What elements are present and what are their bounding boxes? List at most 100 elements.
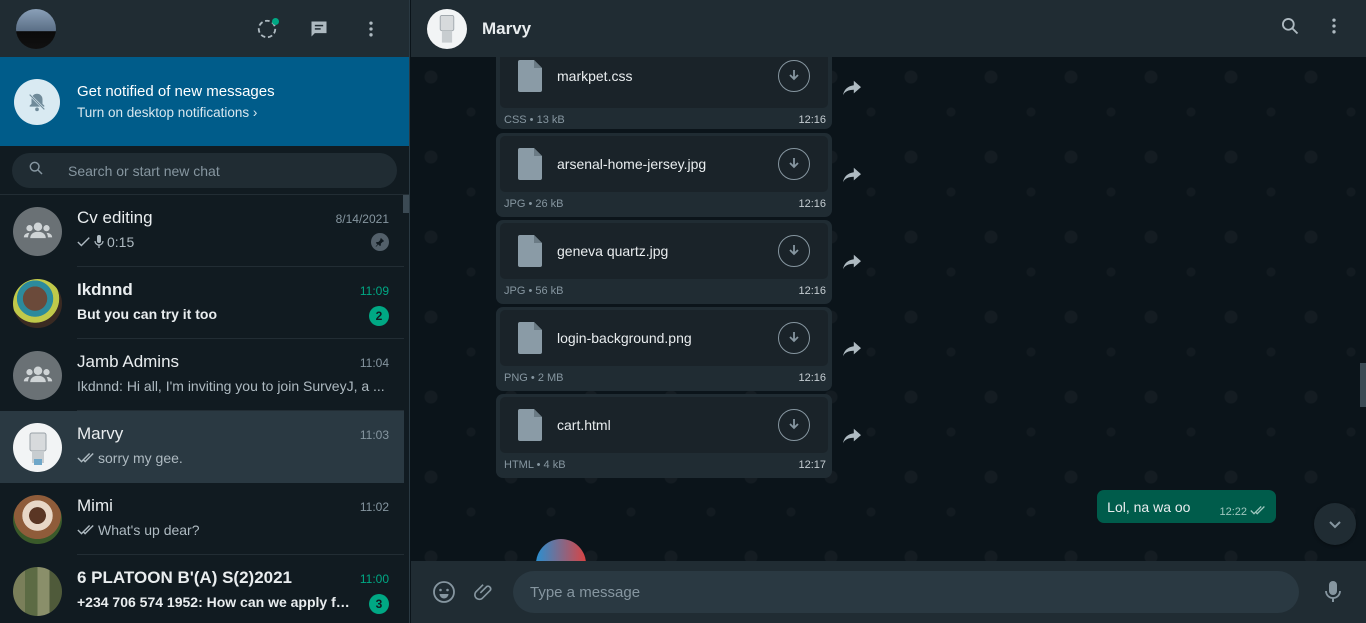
chat-preview: +234 706 574 1952: How can we apply for … xyxy=(77,594,357,610)
unread-badge: 2 xyxy=(369,306,389,326)
file-card: cart.html xyxy=(500,397,828,453)
contact-name: Marvy xyxy=(482,18,532,38)
message-input[interactable] xyxy=(513,571,1299,613)
status-icon[interactable] xyxy=(255,17,279,41)
download-icon[interactable] xyxy=(778,322,810,354)
chat-name: Ikdnnd xyxy=(77,280,133,299)
notification-text: Get notified of new messages Turn on des… xyxy=(77,83,275,120)
unread-badge: 3 xyxy=(369,594,389,614)
document-icon xyxy=(518,59,542,92)
chat-time: 11:09 xyxy=(359,284,389,298)
chat-time: 11:00 xyxy=(359,572,389,586)
search-icon xyxy=(28,160,44,181)
chat-body: Ikdnnd 11:09 But you can try it too 2 xyxy=(77,267,404,339)
file-name: markpet.css xyxy=(557,67,633,84)
document-icon xyxy=(518,148,542,180)
contact-avatar[interactable] xyxy=(427,8,467,49)
file-name: arsenal-home-jersey.jpg xyxy=(557,156,707,172)
message-scrollbar[interactable] xyxy=(1360,363,1366,407)
double-tick-icon xyxy=(77,524,95,536)
chat-list-scrollbar[interactable] xyxy=(403,195,409,213)
sidebar-header xyxy=(0,0,409,57)
chat-item-ikdnnd[interactable]: Ikdnnd 11:09 But you can try it too 2 xyxy=(0,267,404,339)
contact-avatar xyxy=(13,422,62,472)
contact-avatar xyxy=(13,494,62,544)
composer xyxy=(411,561,1366,623)
message-time: 12:22 xyxy=(1219,505,1247,518)
search-box[interactable] xyxy=(12,153,397,188)
menu-icon[interactable] xyxy=(1324,16,1344,41)
chat-preview: 0:15 xyxy=(107,234,135,250)
conversation-header[interactable]: Marvy xyxy=(411,0,1366,57)
file-size: 13 kB xyxy=(536,114,565,126)
notification-title: Get notified of new messages xyxy=(77,83,275,100)
forward-icon[interactable] xyxy=(841,251,863,273)
file-size: 56 kB xyxy=(535,285,564,297)
outgoing-message[interactable]: Lol, na wa oo 12:22 xyxy=(1097,490,1276,523)
header-actions xyxy=(255,17,393,41)
message-time: 12:17 xyxy=(798,459,826,471)
scroll-down-button[interactable] xyxy=(1314,503,1356,545)
chat-item-jamb-admins[interactable]: Jamb Admins 11:04 Ikdnnd: Hi all, I'm in… xyxy=(0,339,404,411)
forward-icon[interactable] xyxy=(841,77,863,99)
file-message[interactable]: login-background.png PNG • 2 MB 12:16 xyxy=(496,307,832,391)
attach-icon[interactable] xyxy=(471,579,497,605)
forward-icon[interactable] xyxy=(841,425,863,447)
forward-icon[interactable] xyxy=(841,164,863,186)
my-avatar[interactable] xyxy=(16,8,56,49)
file-card: geneva quartz.jpg xyxy=(500,223,828,279)
file-name: login-background.png xyxy=(557,330,692,346)
chat-item-cv-editing[interactable]: Cv editing 8/14/2021 0:15 xyxy=(0,195,404,267)
group-avatar-icon xyxy=(13,350,62,400)
file-card: login-background.png xyxy=(500,310,828,366)
notification-link[interactable]: Turn on desktop notifications › xyxy=(77,105,275,120)
file-meta: PNG • 2 MB 12:16 xyxy=(504,372,826,384)
chat-body: Marvy 11:03 sorry my gee. xyxy=(77,411,404,483)
message-time: 12:16 xyxy=(798,372,826,384)
chat-body: Mimi 11:02 What's up dear? xyxy=(77,483,404,555)
file-message[interactable]: arsenal-home-jersey.jpg JPG • 26 kB 12:1… xyxy=(496,133,832,217)
chat-time: 11:03 xyxy=(359,428,389,442)
file-type: CSS xyxy=(504,114,527,126)
file-message[interactable]: markpet.css CSS • 13 kB 12:16 xyxy=(496,57,832,129)
download-icon[interactable] xyxy=(778,59,810,92)
file-meta: HTML • 4 kB 12:17 xyxy=(504,459,826,471)
search-icon[interactable] xyxy=(1280,16,1300,41)
pin-icon xyxy=(371,233,389,251)
chat-item-marvy[interactable]: Marvy 11:03 sorry my gee. xyxy=(0,411,404,483)
emoji-icon[interactable] xyxy=(431,579,457,605)
download-icon[interactable] xyxy=(778,409,810,441)
search-bar xyxy=(0,146,409,195)
menu-icon[interactable] xyxy=(359,17,383,41)
single-tick-icon xyxy=(77,236,91,248)
file-name: geneva quartz.jpg xyxy=(557,243,669,259)
download-icon[interactable] xyxy=(778,148,810,180)
notification-banner[interactable]: Get notified of new messages Turn on des… xyxy=(0,57,409,146)
file-type: JPG xyxy=(504,198,526,210)
chat-preview: But you can try it too xyxy=(77,306,217,322)
bell-off-icon xyxy=(14,78,60,125)
file-card: arsenal-home-jersey.jpg xyxy=(500,136,828,192)
chat-item-mimi[interactable]: Mimi 11:02 What's up dear? xyxy=(0,483,404,555)
chat-name: Cv editing xyxy=(77,208,153,227)
message-time: 12:16 xyxy=(798,198,826,210)
chat-preview: What's up dear? xyxy=(98,522,200,538)
document-icon xyxy=(518,235,542,267)
chat-item-6-platoon[interactable]: 6 PLATOON B'(A) S(2)2021 11:00 +234 706 … xyxy=(0,555,404,623)
sticker-image[interactable] xyxy=(536,539,586,561)
file-message[interactable]: cart.html HTML • 4 kB 12:17 xyxy=(496,394,832,478)
sidebar: Get notified of new messages Turn on des… xyxy=(0,0,410,623)
chat-time: 11:02 xyxy=(359,500,389,514)
chevron-down-icon xyxy=(1329,521,1341,529)
contact-avatar xyxy=(13,278,62,328)
file-message[interactable]: geneva quartz.jpg JPG • 56 kB 12:16 xyxy=(496,220,832,304)
chat-list: Cv editing 8/14/2021 0:15 Ikdnnd 11:09 B… xyxy=(0,195,404,623)
download-icon[interactable] xyxy=(778,235,810,267)
search-input[interactable] xyxy=(68,162,328,179)
mic-icon[interactable] xyxy=(1320,579,1346,605)
conversation-pane: Marvy markpet.css CSS • 13 kB 12:16 arse… xyxy=(411,0,1366,623)
new-chat-icon[interactable] xyxy=(307,17,331,41)
chat-time: 8/14/2021 xyxy=(335,212,389,226)
forward-icon[interactable] xyxy=(841,338,863,360)
file-size: 2 MB xyxy=(537,372,564,384)
